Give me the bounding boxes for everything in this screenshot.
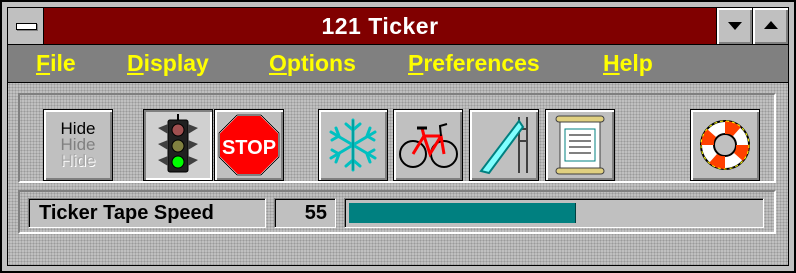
slide-icon [479, 117, 528, 175]
menu-bar: File Display Options Preferences Help [8, 45, 788, 83]
speed-slider-fill [349, 203, 576, 223]
help-button[interactable] [690, 109, 760, 181]
hide-button[interactable]: Hide Hide Hide [43, 109, 113, 181]
traffic-light-icon [158, 114, 198, 173]
go-button[interactable] [143, 109, 213, 181]
maximize-button[interactable] [752, 8, 788, 44]
menu-file[interactable]: File [36, 45, 76, 82]
minimize-button[interactable] [716, 8, 752, 44]
scroll-icon [555, 115, 605, 175]
bicycle-icon [399, 123, 458, 168]
minimize-arrow-icon [728, 22, 742, 30]
maximize-arrow-icon [764, 21, 778, 29]
window-title: 121 Ticker [321, 13, 439, 39]
snowflake-icon [329, 118, 377, 172]
speed-label: Ticker Tape Speed [28, 198, 266, 228]
content-area: Hide Hide Hide STOP Ticker Tape Speed 55 [8, 83, 788, 265]
menu-help[interactable]: Help [603, 45, 653, 82]
bicycle-button[interactable] [393, 109, 463, 181]
toolbar: Hide Hide Hide STOP [18, 93, 776, 183]
stop-sign-icon: STOP [218, 114, 280, 176]
hide-label-faded: Hide [60, 151, 96, 170]
title-bar[interactable]: 121 Ticker [8, 8, 788, 45]
stop-button[interactable]: STOP [214, 109, 284, 181]
life-preserver-icon [700, 120, 750, 170]
stop-sign-text: STOP [222, 137, 276, 159]
menu-preferences[interactable]: Preferences [408, 45, 540, 82]
slide-button[interactable] [469, 109, 539, 181]
menu-display[interactable]: Display [127, 45, 209, 82]
scroll-button[interactable] [545, 109, 615, 181]
app-window: 121 Ticker File Display Options Preferen… [0, 0, 796, 273]
system-menu-button[interactable] [8, 8, 44, 44]
system-menu-icon [16, 23, 37, 30]
speed-bar: Ticker Tape Speed 55 [18, 190, 776, 234]
window-frame: 121 Ticker File Display Options Preferen… [7, 7, 789, 266]
speed-value: 55 [274, 198, 336, 228]
hide-icon: Hide Hide Hide [60, 120, 96, 170]
snowflake-button[interactable] [318, 109, 388, 181]
speed-slider[interactable] [344, 198, 764, 228]
menu-options[interactable]: Options [269, 45, 356, 82]
